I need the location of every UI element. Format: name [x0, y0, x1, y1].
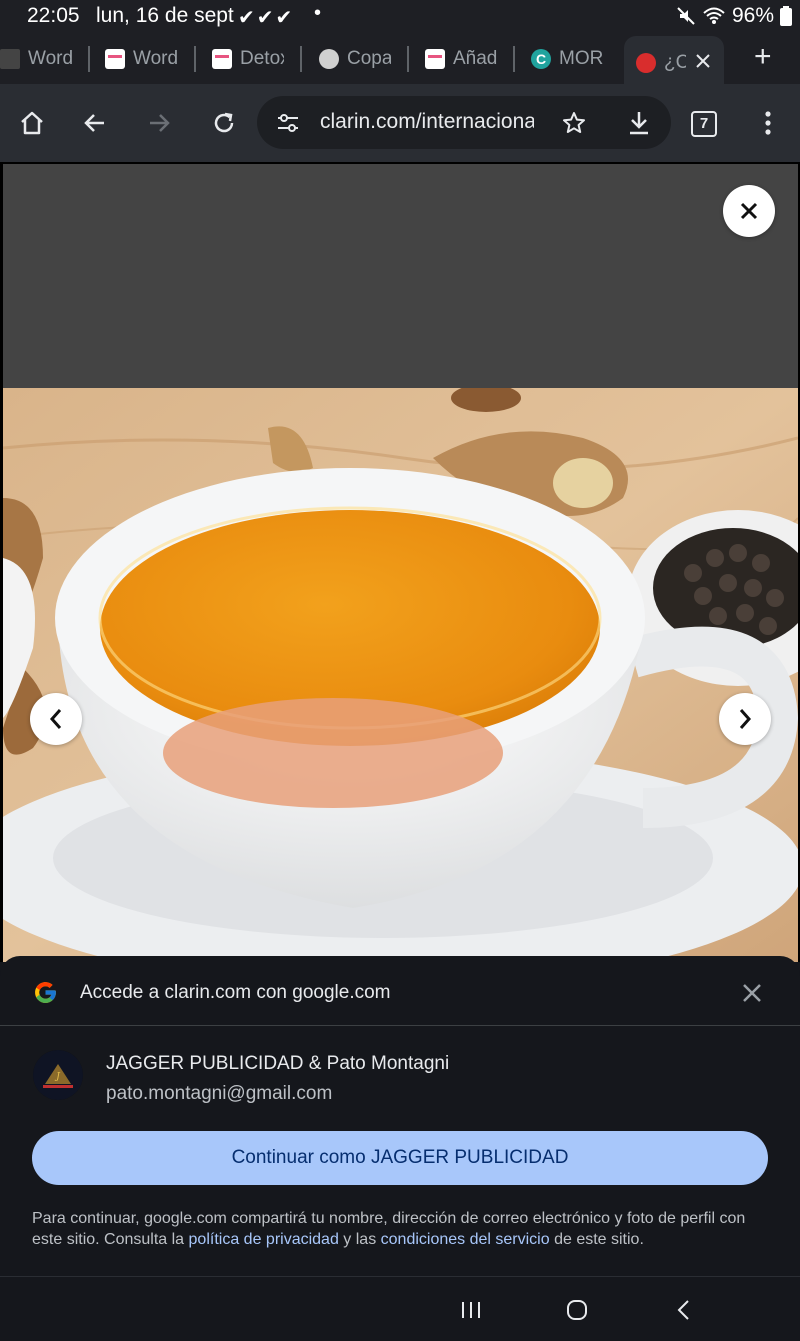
favicon-icon: C — [531, 49, 551, 69]
signin-disclaimer: Para continuar, google.com compartirá tu… — [32, 1208, 772, 1250]
gallery-top-area — [3, 164, 798, 388]
status-bar: 22:05 lun, 16 de sept ✔✔✔ • 96% — [0, 0, 800, 34]
system-nav-bar — [0, 1276, 800, 1341]
more-menu-icon[interactable] — [764, 111, 772, 135]
tab-divider — [407, 46, 409, 72]
disclaimer-text: de este sitio. — [549, 1231, 644, 1248]
status-right: 96% — [676, 3, 792, 29]
next-image-button[interactable] — [719, 693, 771, 745]
tab-item[interactable]: Word — [0, 42, 72, 76]
sheet-title: Accede a clarin.com con google.com — [80, 982, 391, 1003]
new-tab-button[interactable]: + — [754, 42, 772, 72]
image-gallery — [0, 162, 800, 962]
site-settings-icon[interactable] — [276, 112, 300, 134]
tab-switcher-button[interactable]: 7 — [691, 111, 717, 137]
avatar: J — [33, 1050, 83, 1100]
home-icon — [21, 111, 43, 135]
browser-toolbar: clarin.com/internacional 7 — [0, 84, 800, 162]
gallery-image — [3, 388, 798, 962]
favicon-icon — [212, 49, 232, 69]
tab-item[interactable]: Copa — [319, 42, 391, 76]
tea-cup-image — [3, 388, 798, 962]
reload-icon — [214, 112, 234, 133]
home-button[interactable] — [17, 108, 47, 138]
tab-label: ¿C — [664, 52, 686, 73]
account-name: JAGGER PUBLICIDAD & Pato Montagni — [106, 1053, 450, 1074]
privacy-policy-link[interactable]: política de privacidad — [189, 1231, 339, 1248]
forward-button[interactable] — [144, 108, 174, 138]
previous-image-button[interactable] — [30, 693, 82, 745]
close-gallery-button[interactable] — [723, 185, 775, 237]
battery-percent: 96% — [731, 4, 774, 27]
tab-item[interactable]: Word — [105, 42, 177, 76]
google-signin-sheet: Accede a clarin.com con google.com J JAG… — [0, 956, 800, 1276]
account-email: pato.montagni@gmail.com — [106, 1083, 333, 1104]
recent-apps-icon[interactable] — [460, 1300, 482, 1320]
tab-label: Copa — [347, 48, 391, 69]
back-button[interactable] — [80, 108, 110, 138]
download-icon[interactable] — [627, 110, 651, 136]
google-g-icon — [35, 982, 56, 1003]
battery-icon — [780, 6, 792, 26]
favicon-icon — [636, 53, 656, 73]
close-tab-icon[interactable] — [694, 52, 712, 70]
reload-button[interactable] — [209, 108, 239, 138]
notification-dot-icon: • — [314, 2, 322, 24]
status-date: lun, 16 de sept — [96, 4, 234, 27]
favicon-icon — [0, 49, 20, 69]
address-bar[interactable]: clarin.com/internacional — [257, 96, 671, 149]
notification-check-icons: ✔✔✔ — [238, 7, 295, 29]
disclaimer-text: y las — [338, 1231, 381, 1248]
wifi-icon — [703, 7, 725, 24]
url-text[interactable]: clarin.com/internacional — [320, 110, 534, 134]
favicon-icon — [105, 49, 125, 69]
tab-item[interactable]: Añad — [425, 42, 497, 76]
back-nav-icon[interactable] — [676, 1299, 692, 1321]
tab-label: Añad — [453, 48, 497, 69]
status-time: 22:05 — [27, 4, 80, 27]
chevron-right-icon — [739, 709, 752, 729]
active-tab-content: ¿C — [636, 46, 686, 80]
tab-divider — [194, 46, 196, 72]
back-arrow-icon — [84, 114, 104, 132]
tab-label: Word — [28, 48, 72, 69]
tab-divider — [513, 46, 515, 72]
tab-item[interactable]: Detox — [212, 42, 284, 76]
bookmark-star-icon[interactable] — [562, 111, 586, 135]
tab-divider — [88, 46, 90, 72]
close-icon — [740, 202, 758, 220]
tab-item[interactable]: C MOR — [531, 42, 605, 76]
favicon-icon — [425, 49, 445, 69]
tab-active[interactable]: ¿C — [624, 36, 724, 86]
continue-as-button[interactable]: Continuar como JAGGER PUBLICIDAD — [32, 1131, 768, 1185]
terms-of-service-link[interactable]: condiciones del servicio — [381, 1231, 550, 1248]
close-sheet-icon[interactable] — [740, 981, 764, 1005]
tab-divider — [300, 46, 302, 72]
tab-label: Word — [133, 48, 177, 69]
chevron-left-icon — [49, 709, 62, 729]
mute-icon — [677, 7, 695, 25]
tab-label: Detox — [240, 48, 284, 69]
home-nav-icon[interactable] — [566, 1299, 588, 1321]
tab-label: MOR — [559, 48, 604, 69]
globe-icon — [319, 49, 339, 69]
forward-arrow-icon — [150, 114, 170, 132]
sheet-header: Accede a clarin.com con google.com — [0, 956, 800, 1026]
